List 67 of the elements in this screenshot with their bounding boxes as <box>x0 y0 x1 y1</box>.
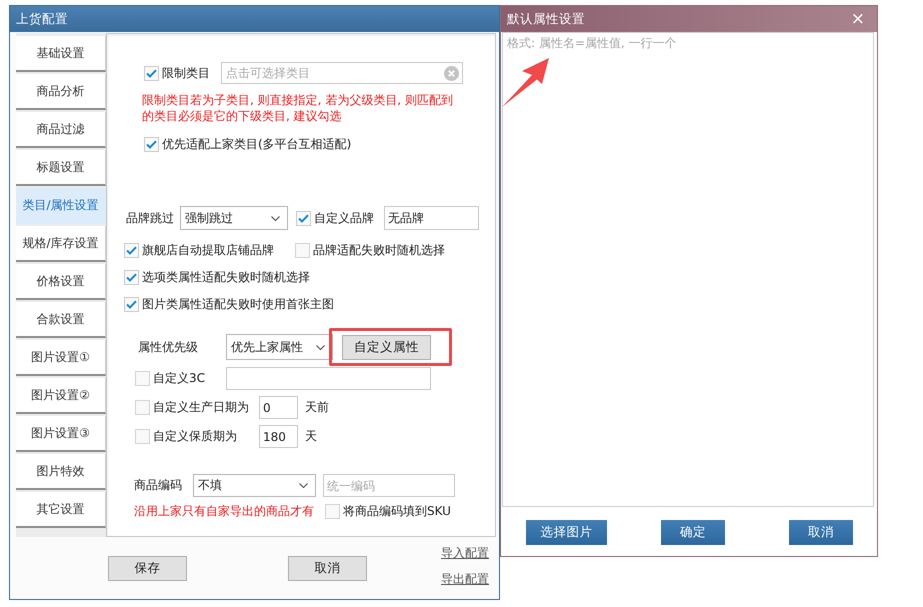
sidebar-tab[interactable]: 规格/库存设置 <box>16 226 106 262</box>
warning-note: 限制类目若为子类目, 则直接指定, 若为父级类目, 则匹配到的类目必须是它的下级类目, 建议勾选 <box>141 92 454 124</box>
checkbox[interactable] <box>135 429 150 444</box>
save-button[interactable]: 保存 <box>108 556 187 581</box>
text-area[interactable]: 格式: 属性名=属性值, 一行一个 <box>502 32 874 507</box>
checkbox[interactable] <box>124 242 139 258</box>
checkbox[interactable] <box>124 270 139 284</box>
choose-image-button[interactable]: 选择图片 <box>526 520 607 545</box>
checkbox-label: 品牌适配失败时随机选择 <box>313 242 445 258</box>
dropdown[interactable]: 优先上家属性 <box>226 334 333 360</box>
input-field[interactable]: 无品牌 <box>384 206 479 230</box>
checkbox[interactable] <box>144 136 159 152</box>
checkbox[interactable] <box>325 504 340 518</box>
field-label: 商品编码 <box>134 477 183 494</box>
field-label: 品牌跳过 <box>126 210 175 226</box>
arrow-annotation <box>501 56 551 109</box>
import-link[interactable]: 导入配置 <box>441 545 489 561</box>
sidebar-tab[interactable]: 图片设置① <box>16 340 106 376</box>
input-field[interactable]: 统一编码 <box>323 474 455 497</box>
sidebar-tab[interactable]: 合款设置 <box>16 302 106 338</box>
sidebar-tab[interactable]: 图片特效 <box>16 454 106 490</box>
unit-label: 天前 <box>305 399 329 416</box>
checkbox[interactable] <box>124 296 139 312</box>
sidebar-tab[interactable]: 图片设置② <box>16 378 106 414</box>
confirm-button[interactable]: 确定 <box>661 520 725 545</box>
sidebar-tab[interactable]: 基础设置 <box>16 36 106 72</box>
checkbox-label: 将商品编码填到SKU <box>343 502 451 520</box>
window-title: 上货配置 <box>16 11 68 27</box>
sidebar-tab[interactable]: 类目/属性设置 <box>16 188 106 224</box>
checkbox[interactable] <box>135 371 150 386</box>
dropdown[interactable]: 强制跳过 <box>180 206 288 230</box>
cancel-button[interactable]: 取消 <box>288 556 367 581</box>
sidebar-tab[interactable]: 标题设置 <box>16 150 106 186</box>
category-field[interactable]: 点击可选择类目 <box>221 62 463 84</box>
checkbox[interactable] <box>135 400 150 415</box>
sidebar-tab[interactable]: 其它设置 <box>16 492 106 528</box>
dropdown[interactable]: 不填 <box>193 474 316 497</box>
checkbox[interactable] <box>144 66 159 80</box>
clear-icon <box>444 66 459 80</box>
warning-note: 沿用上家只有自家导出的商品才有 <box>134 502 315 520</box>
checkbox-label: 优先适配上家类目(多平台互相适配) <box>162 136 352 152</box>
input-field[interactable] <box>226 367 431 390</box>
unit-label: 天 <box>305 428 317 445</box>
checkbox-label: 自定义品牌 <box>314 210 374 226</box>
checkbox-label: 自定义保质期为 <box>153 428 237 445</box>
checkbox-label: 选项类属性适配失败时随机选择 <box>142 268 310 286</box>
cancel-button[interactable]: 取消 <box>789 520 853 545</box>
custom-attribute-button[interactable]: 自定义属性 <box>342 334 431 360</box>
sidebar-tab[interactable]: 图片设置③ <box>16 416 106 452</box>
checkbox-label: 旗舰店自动提取店铺品牌 <box>142 242 274 258</box>
sidebar-tab[interactable]: 商品过滤 <box>16 112 106 148</box>
export-link[interactable]: 导出配置 <box>441 571 489 587</box>
checkbox-label: 图片类属性适配失败时使用首张主图 <box>142 296 334 312</box>
sidebar-tab[interactable]: 商品分析 <box>16 74 106 110</box>
input-field[interactable]: 180 <box>259 425 298 448</box>
chevron-icon <box>316 344 325 350</box>
checkbox-label: 限制类目 <box>162 64 210 82</box>
checkbox[interactable] <box>295 242 310 258</box>
checkbox-label: 自定义生产日期为 <box>153 399 249 416</box>
checkbox-label: 自定义3C <box>153 370 206 387</box>
window-title: 默认属性设置 <box>507 11 585 27</box>
input-field[interactable]: 0 <box>259 396 298 419</box>
chevron-icon <box>271 216 280 220</box>
chevron-icon <box>299 483 308 488</box>
sidebar-tab[interactable]: 价格设置 <box>16 264 106 300</box>
checkbox[interactable] <box>296 210 311 226</box>
field-label: 属性优先级 <box>138 338 199 356</box>
